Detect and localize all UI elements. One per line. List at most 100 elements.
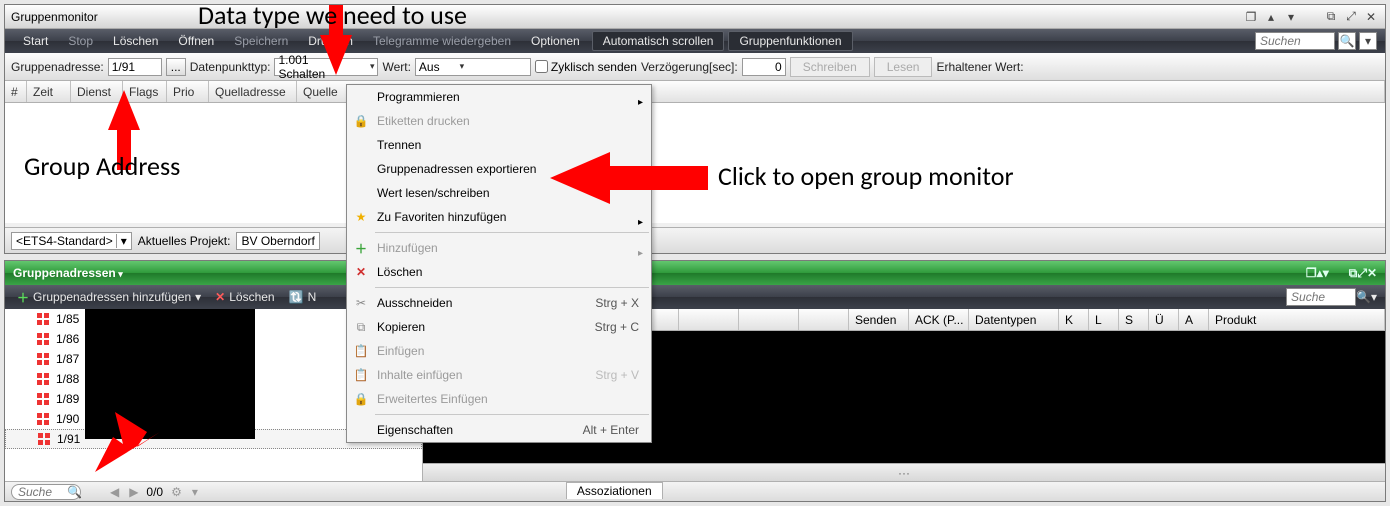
bottom-search-input[interactable] bbox=[1286, 288, 1356, 306]
gcol[interactable] bbox=[679, 309, 739, 330]
ctx-programmieren[interactable]: Programmieren bbox=[347, 85, 651, 109]
gcol-k[interactable]: K bbox=[1059, 309, 1089, 330]
restore-icon[interactable]: ❐ bbox=[1243, 9, 1259, 25]
ctx-wert[interactable]: Wert lesen/schreiben bbox=[347, 181, 651, 205]
ctx-trennen[interactable]: Trennen bbox=[347, 133, 651, 157]
grpaddr-browse-button[interactable]: ... bbox=[166, 58, 186, 76]
value-combo[interactable]: Aus bbox=[415, 58, 531, 76]
bottom-search-icon[interactable]: 🔍 bbox=[1356, 290, 1371, 304]
up-icon[interactable]: ▴ bbox=[1263, 9, 1279, 25]
menu-replay[interactable]: Telegramme wiedergeben bbox=[363, 29, 521, 53]
ctx-favoriten[interactable]: ★Zu Favoriten hinzufügen bbox=[347, 205, 651, 229]
telegram-table-header: # Zeit Dienst Flags Prio Quelladresse Qu… bbox=[5, 81, 1385, 103]
settings-icon[interactable]: ⚙ bbox=[169, 485, 184, 499]
proj-label: Aktuelles Projekt: bbox=[138, 234, 231, 248]
grpaddr-input[interactable] bbox=[108, 58, 162, 76]
read-button[interactable]: Lesen bbox=[874, 57, 933, 77]
address-icon bbox=[38, 433, 52, 445]
col-dienst[interactable]: Dienst bbox=[71, 81, 123, 102]
gcol-s[interactable]: S bbox=[1119, 309, 1149, 330]
maximize-icon[interactable]: ⤢ bbox=[1343, 9, 1359, 25]
bottom-maximize-icon[interactable]: ⤢ bbox=[1357, 266, 1367, 281]
recv-label: Erhaltener Wert: bbox=[936, 60, 1023, 74]
address-icon bbox=[37, 373, 51, 385]
value-value: Aus bbox=[419, 60, 440, 74]
ctx-paste[interactable]: 📋Einfügen bbox=[347, 339, 651, 363]
menu-autoscroll[interactable]: Automatisch scrollen bbox=[592, 31, 725, 51]
menu-start[interactable]: Start bbox=[13, 29, 58, 53]
lock-icon: 🔒 bbox=[353, 113, 369, 129]
cyclic-checkbox[interactable]: Zyklisch senden bbox=[535, 60, 637, 74]
gcol-a[interactable]: A bbox=[1179, 309, 1209, 330]
ctx-hinzufuegen[interactable]: ＋Hinzufügen bbox=[347, 236, 651, 260]
menu-print[interactable]: Drucken bbox=[298, 29, 363, 53]
add-addresses-button[interactable]: ＋Gruppenadressen hinzufügen ▾ bbox=[13, 289, 205, 306]
top-titlebar: Gruppenmonitor ❐ ▴ ▾ ⧉ ⤢ ✕ bbox=[5, 5, 1385, 29]
gcol-datentypen[interactable]: Datentypen bbox=[969, 309, 1059, 330]
col-quelladresse[interactable]: Quelladresse bbox=[209, 81, 297, 102]
delete-button[interactable]: ✕Löschen bbox=[211, 290, 278, 304]
arrow-tree bbox=[95, 392, 165, 475]
bottom-down-icon[interactable]: ▾ bbox=[1323, 266, 1329, 280]
new-button[interactable]: 🔃 N bbox=[285, 290, 321, 304]
down-icon[interactable]: ▾ bbox=[1283, 9, 1299, 25]
top-statusbar: <ETS4-Standard>▾ Aktuelles Projekt: BV O… bbox=[5, 227, 1385, 253]
col-hash[interactable]: # bbox=[5, 81, 27, 102]
col-zeit[interactable]: Zeit bbox=[27, 81, 71, 102]
ctx-paste-contents[interactable]: 📋Inhalte einfügenStrg + V bbox=[347, 363, 651, 387]
gcol[interactable] bbox=[739, 309, 799, 330]
bottom-close-icon[interactable]: ✕ bbox=[1367, 266, 1377, 280]
gcol-senden[interactable]: Senden bbox=[849, 309, 909, 330]
col-flags[interactable]: Flags bbox=[123, 81, 167, 102]
gcol-l[interactable]: L bbox=[1089, 309, 1119, 330]
dpt-label: Datenpunkttyp: bbox=[190, 60, 271, 74]
menu-clear[interactable]: Löschen bbox=[103, 29, 168, 53]
ctx-export[interactable]: Gruppenadressen exportieren bbox=[347, 157, 651, 181]
star-icon: ★ bbox=[353, 209, 369, 225]
filter-icon[interactable]: ▾ bbox=[1359, 32, 1377, 50]
bottom-titlebar: Gruppenadressen ❐ ▴ ▾ ⧉ ⤢ ✕ bbox=[5, 261, 1385, 285]
nav-next-icon[interactable]: ▶ bbox=[127, 485, 140, 499]
col-prio[interactable]: Prio bbox=[167, 81, 209, 102]
bottom-title[interactable]: Gruppenadressen bbox=[13, 266, 123, 280]
ctx-copy[interactable]: ⧉KopierenStrg + C bbox=[347, 315, 651, 339]
menu-open[interactable]: Öffnen bbox=[168, 29, 224, 53]
address-icon bbox=[37, 333, 51, 345]
gcol-produkt[interactable]: Produkt bbox=[1209, 309, 1385, 330]
delay-input[interactable] bbox=[742, 58, 786, 76]
top-search-input[interactable] bbox=[1255, 32, 1335, 50]
menu-options[interactable]: Optionen bbox=[521, 29, 590, 53]
menu-groupfns[interactable]: Gruppenfunktionen bbox=[728, 31, 852, 51]
bottom-pane: Gruppenadressen ❐ ▴ ▾ ⧉ ⤢ ✕ ＋Gruppenadre… bbox=[4, 260, 1386, 502]
ctx-etiketten[interactable]: 🔒Etiketten drucken bbox=[347, 109, 651, 133]
address-icon bbox=[37, 413, 51, 425]
write-button[interactable]: Schreiben bbox=[790, 57, 870, 77]
search-icon[interactable]: 🔍 bbox=[1338, 32, 1356, 50]
formbar: Gruppenadresse: ... Datenpunkttyp: 1.001… bbox=[5, 53, 1385, 81]
gcol-ue[interactable]: Ü bbox=[1149, 309, 1179, 330]
bottom-filter-icon[interactable]: ▾ bbox=[1371, 290, 1377, 304]
delete-icon: ✕ bbox=[353, 264, 369, 280]
menu-save[interactable]: Speichern bbox=[224, 29, 298, 53]
bottom-toolbar: ＋Gruppenadressen hinzufügen ▾ ✕Löschen 🔃… bbox=[5, 285, 1385, 309]
delay-label: Verzögerung[sec]: bbox=[641, 60, 738, 74]
ctx-paste-extended[interactable]: 🔒Erweitertes Einfügen bbox=[347, 387, 651, 411]
tab-assoziationen[interactable]: Assoziationen bbox=[566, 482, 663, 499]
address-icon bbox=[37, 353, 51, 365]
plus-icon: ＋ bbox=[353, 240, 369, 256]
ctx-loeschen[interactable]: ✕Löschen bbox=[347, 260, 651, 284]
ctx-cut[interactable]: ✂AusschneidenStrg + X bbox=[347, 291, 651, 315]
bottom-restore-icon[interactable]: ❐ bbox=[1306, 266, 1317, 280]
hscrollbar[interactable]: ··· bbox=[423, 463, 1385, 481]
tree-search-icon[interactable]: 🔍 bbox=[67, 485, 82, 499]
proj-combo[interactable]: BV Oberndorf bbox=[236, 232, 319, 250]
ctx-props[interactable]: EigenschaftenAlt + Enter bbox=[347, 418, 651, 442]
view-combo[interactable]: <ETS4-Standard>▾ bbox=[11, 232, 132, 250]
nav-prev-icon[interactable]: ◀ bbox=[108, 485, 121, 499]
menu-stop[interactable]: Stop bbox=[58, 29, 103, 53]
close-icon[interactable]: ✕ bbox=[1363, 9, 1379, 25]
dpt-combo[interactable]: 1.001 Schalten bbox=[274, 58, 378, 76]
popout-icon[interactable]: ⧉ bbox=[1323, 9, 1339, 25]
gcol[interactable] bbox=[799, 309, 849, 330]
gcol-ack[interactable]: ACK (P... bbox=[909, 309, 969, 330]
